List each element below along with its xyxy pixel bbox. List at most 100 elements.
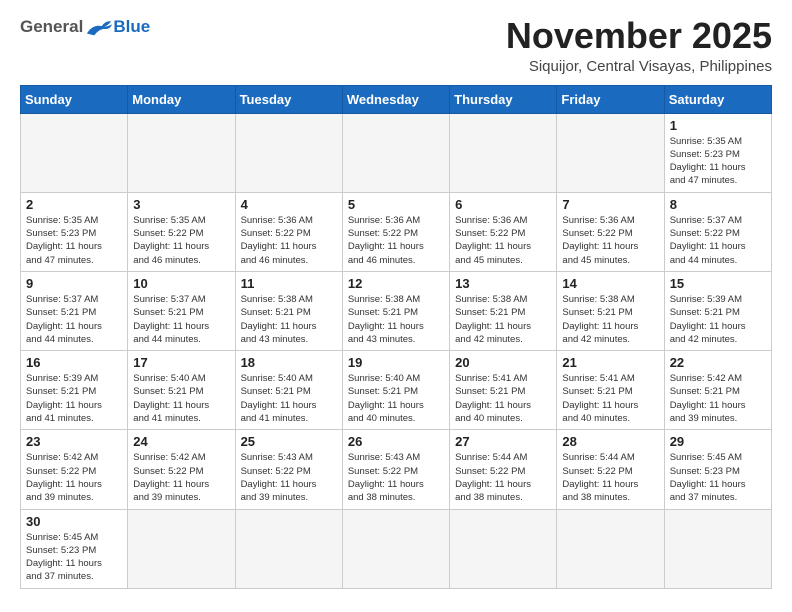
- calendar-day-cell: 22Sunrise: 5:42 AM Sunset: 5:21 PM Dayli…: [664, 351, 771, 430]
- day-info: Sunrise: 5:35 AM Sunset: 5:22 PM Dayligh…: [133, 214, 229, 267]
- calendar-day-cell: 1Sunrise: 5:35 AM Sunset: 5:23 PM Daylig…: [664, 113, 771, 192]
- day-info: Sunrise: 5:36 AM Sunset: 5:22 PM Dayligh…: [348, 214, 444, 267]
- calendar-day-cell: 8 Sunrise: 5:37 AM Sunset: 5:22 PM Daylig…: [664, 192, 771, 271]
- calendar-day-cell: 25 Sunrise: 5:43 AM Sunset: 5:22 PM Dayli…: [235, 430, 342, 509]
- day-info: Sunrise: 5:36 AM Sunset: 5:22 PM Dayligh…: [241, 214, 337, 267]
- weekday-header-wednesday: Wednesday: [342, 85, 449, 113]
- day-info: Sunrise: 5:36 AM Sunset: 5:22 PM Dayligh…: [562, 214, 658, 267]
- day-number: 18: [241, 355, 337, 370]
- day-info: Sunrise: 5:40 AM Sunset: 5:21 PM Dayligh…: [241, 372, 337, 425]
- day-number: 30: [26, 514, 122, 529]
- calendar-day-cell: 30 Sunrise: 5:45 AM Sunset: 5:23 PM Dayli…: [21, 509, 128, 588]
- calendar-day-cell: 7 Sunrise: 5:36 AM Sunset: 5:22 PM Daylig…: [557, 192, 664, 271]
- weekday-header-monday: Monday: [128, 85, 235, 113]
- calendar-day-cell: 10 Sunrise: 5:37 AM Sunset: 5:21 PM Dayli…: [128, 271, 235, 350]
- calendar-table: SundayMondayTuesdayWednesdayThursdayFrid…: [20, 85, 772, 589]
- day-number: 23: [26, 434, 122, 449]
- page-header: General Blue November 2025 Siquijor, Cen…: [20, 16, 772, 75]
- day-number: 26: [348, 434, 444, 449]
- calendar-day-cell: 9Sunrise: 5:37 AM Sunset: 5:21 PM Daylig…: [21, 271, 128, 350]
- day-number: 19: [348, 355, 444, 370]
- logo-bird-icon: [85, 16, 113, 38]
- day-info: Sunrise: 5:37 AM Sunset: 5:21 PM Dayligh…: [133, 293, 229, 346]
- calendar-day-cell: [557, 509, 664, 588]
- weekday-header-thursday: Thursday: [450, 85, 557, 113]
- calendar-day-cell: 21 Sunrise: 5:41 AM Sunset: 5:21 PM Dayli…: [557, 351, 664, 430]
- day-info: Sunrise: 5:35 AM Sunset: 5:23 PM Dayligh…: [26, 214, 122, 267]
- day-number: 17: [133, 355, 229, 370]
- calendar-day-cell: [664, 509, 771, 588]
- day-info: Sunrise: 5:42 AM Sunset: 5:22 PM Dayligh…: [26, 451, 122, 504]
- calendar-day-cell: 24Sunrise: 5:42 AM Sunset: 5:22 PM Dayli…: [128, 430, 235, 509]
- day-info: Sunrise: 5:44 AM Sunset: 5:22 PM Dayligh…: [562, 451, 658, 504]
- calendar-day-cell: 4 Sunrise: 5:36 AM Sunset: 5:22 PM Daylig…: [235, 192, 342, 271]
- calendar-day-cell: [450, 509, 557, 588]
- day-number: 1: [670, 118, 766, 133]
- calendar-day-cell: 27Sunrise: 5:44 AM Sunset: 5:22 PM Dayli…: [450, 430, 557, 509]
- day-info: Sunrise: 5:45 AM Sunset: 5:23 PM Dayligh…: [26, 531, 122, 584]
- day-info: Sunrise: 5:45 AM Sunset: 5:23 PM Dayligh…: [670, 451, 766, 504]
- logo: General Blue: [20, 16, 150, 38]
- day-number: 25: [241, 434, 337, 449]
- calendar-week-row: 9 Sunrise: 5:37 AM Sunset: 5:21 PM Daylig…: [21, 271, 772, 350]
- calendar-day-cell: 28 Sunrise: 5:44 AM Sunset: 5:22 PM Dayli…: [557, 430, 664, 509]
- calendar-day-cell: [450, 113, 557, 192]
- day-info: Sunrise: 5:43 AM Sunset: 5:22 PM Dayligh…: [241, 451, 337, 504]
- day-info: Sunrise: 5:43 AM Sunset: 5:22 PM Dayligh…: [348, 451, 444, 504]
- calendar-day-cell: 12 Sunrise: 5:38 AM Sunset: 5:21 PM Dayli…: [342, 271, 449, 350]
- calendar-day-cell: [557, 113, 664, 192]
- day-number: 7: [562, 197, 658, 212]
- day-info: Sunrise: 5:38 AM Sunset: 5:21 PM Dayligh…: [455, 293, 551, 346]
- day-info: Sunrise: 5:37 AM Sunset: 5:22 PM Dayligh…: [670, 214, 766, 267]
- calendar-day-cell: [128, 509, 235, 588]
- weekday-header-sunday: Sunday: [21, 85, 128, 113]
- day-number: 21: [562, 355, 658, 370]
- day-number: 12: [348, 276, 444, 291]
- day-info: Sunrise: 5:40 AM Sunset: 5:21 PM Dayligh…: [348, 372, 444, 425]
- calendar-day-cell: 23 Sunrise: 5:42 AM Sunset: 5:22 PM Dayli…: [21, 430, 128, 509]
- weekday-header-tuesday: Tuesday: [235, 85, 342, 113]
- day-info: Sunrise: 5:42 AM Sunset: 5:21 PM Dayligh…: [670, 372, 766, 425]
- day-number: 29: [670, 434, 766, 449]
- calendar-day-cell: 17Sunrise: 5:40 AM Sunset: 5:21 PM Dayli…: [128, 351, 235, 430]
- calendar-day-cell: 11 Sunrise: 5:38 AM Sunset: 5:21 PM Dayli…: [235, 271, 342, 350]
- day-number: 3: [133, 197, 229, 212]
- day-info: Sunrise: 5:41 AM Sunset: 5:21 PM Dayligh…: [562, 372, 658, 425]
- day-number: 6: [455, 197, 551, 212]
- day-number: 16: [26, 355, 122, 370]
- weekday-header-friday: Friday: [557, 85, 664, 113]
- calendar-day-cell: 2 Sunrise: 5:35 AM Sunset: 5:23 PM Daylig…: [21, 192, 128, 271]
- calendar-week-row: 16Sunrise: 5:39 AM Sunset: 5:21 PM Dayli…: [21, 351, 772, 430]
- day-number: 2: [26, 197, 122, 212]
- day-info: Sunrise: 5:42 AM Sunset: 5:22 PM Dayligh…: [133, 451, 229, 504]
- logo-blue-text: Blue: [113, 17, 150, 37]
- calendar-day-cell: 3 Sunrise: 5:35 AM Sunset: 5:22 PM Daylig…: [128, 192, 235, 271]
- calendar-day-cell: [342, 113, 449, 192]
- day-info: Sunrise: 5:44 AM Sunset: 5:22 PM Dayligh…: [455, 451, 551, 504]
- calendar-day-cell: 20Sunrise: 5:41 AM Sunset: 5:21 PM Dayli…: [450, 351, 557, 430]
- calendar-day-cell: 15Sunrise: 5:39 AM Sunset: 5:21 PM Dayli…: [664, 271, 771, 350]
- day-info: Sunrise: 5:38 AM Sunset: 5:21 PM Dayligh…: [348, 293, 444, 346]
- day-info: Sunrise: 5:38 AM Sunset: 5:21 PM Dayligh…: [241, 293, 337, 346]
- calendar-day-cell: [235, 113, 342, 192]
- weekday-header-saturday: Saturday: [664, 85, 771, 113]
- day-number: 11: [241, 276, 337, 291]
- calendar-week-row: 1Sunrise: 5:35 AM Sunset: 5:23 PM Daylig…: [21, 113, 772, 192]
- day-number: 28: [562, 434, 658, 449]
- day-number: 8: [670, 197, 766, 212]
- month-title: November 2025: [506, 16, 772, 56]
- day-number: 9: [26, 276, 122, 291]
- calendar-day-cell: 29 Sunrise: 5:45 AM Sunset: 5:23 PM Dayli…: [664, 430, 771, 509]
- day-number: 15: [670, 276, 766, 291]
- day-number: 4: [241, 197, 337, 212]
- calendar-week-row: 23 Sunrise: 5:42 AM Sunset: 5:22 PM Dayli…: [21, 430, 772, 509]
- location-title: Siquijor, Central Visayas, Philippines: [506, 58, 772, 75]
- title-block: November 2025 Siquijor, Central Visayas,…: [506, 16, 772, 75]
- day-info: Sunrise: 5:38 AM Sunset: 5:21 PM Dayligh…: [562, 293, 658, 346]
- calendar-day-cell: 16Sunrise: 5:39 AM Sunset: 5:21 PM Dayli…: [21, 351, 128, 430]
- day-number: 10: [133, 276, 229, 291]
- day-number: 13: [455, 276, 551, 291]
- calendar-day-cell: [128, 113, 235, 192]
- logo-general-text: General: [20, 17, 83, 37]
- calendar-day-cell: 18 Sunrise: 5:40 AM Sunset: 5:21 PM Dayli…: [235, 351, 342, 430]
